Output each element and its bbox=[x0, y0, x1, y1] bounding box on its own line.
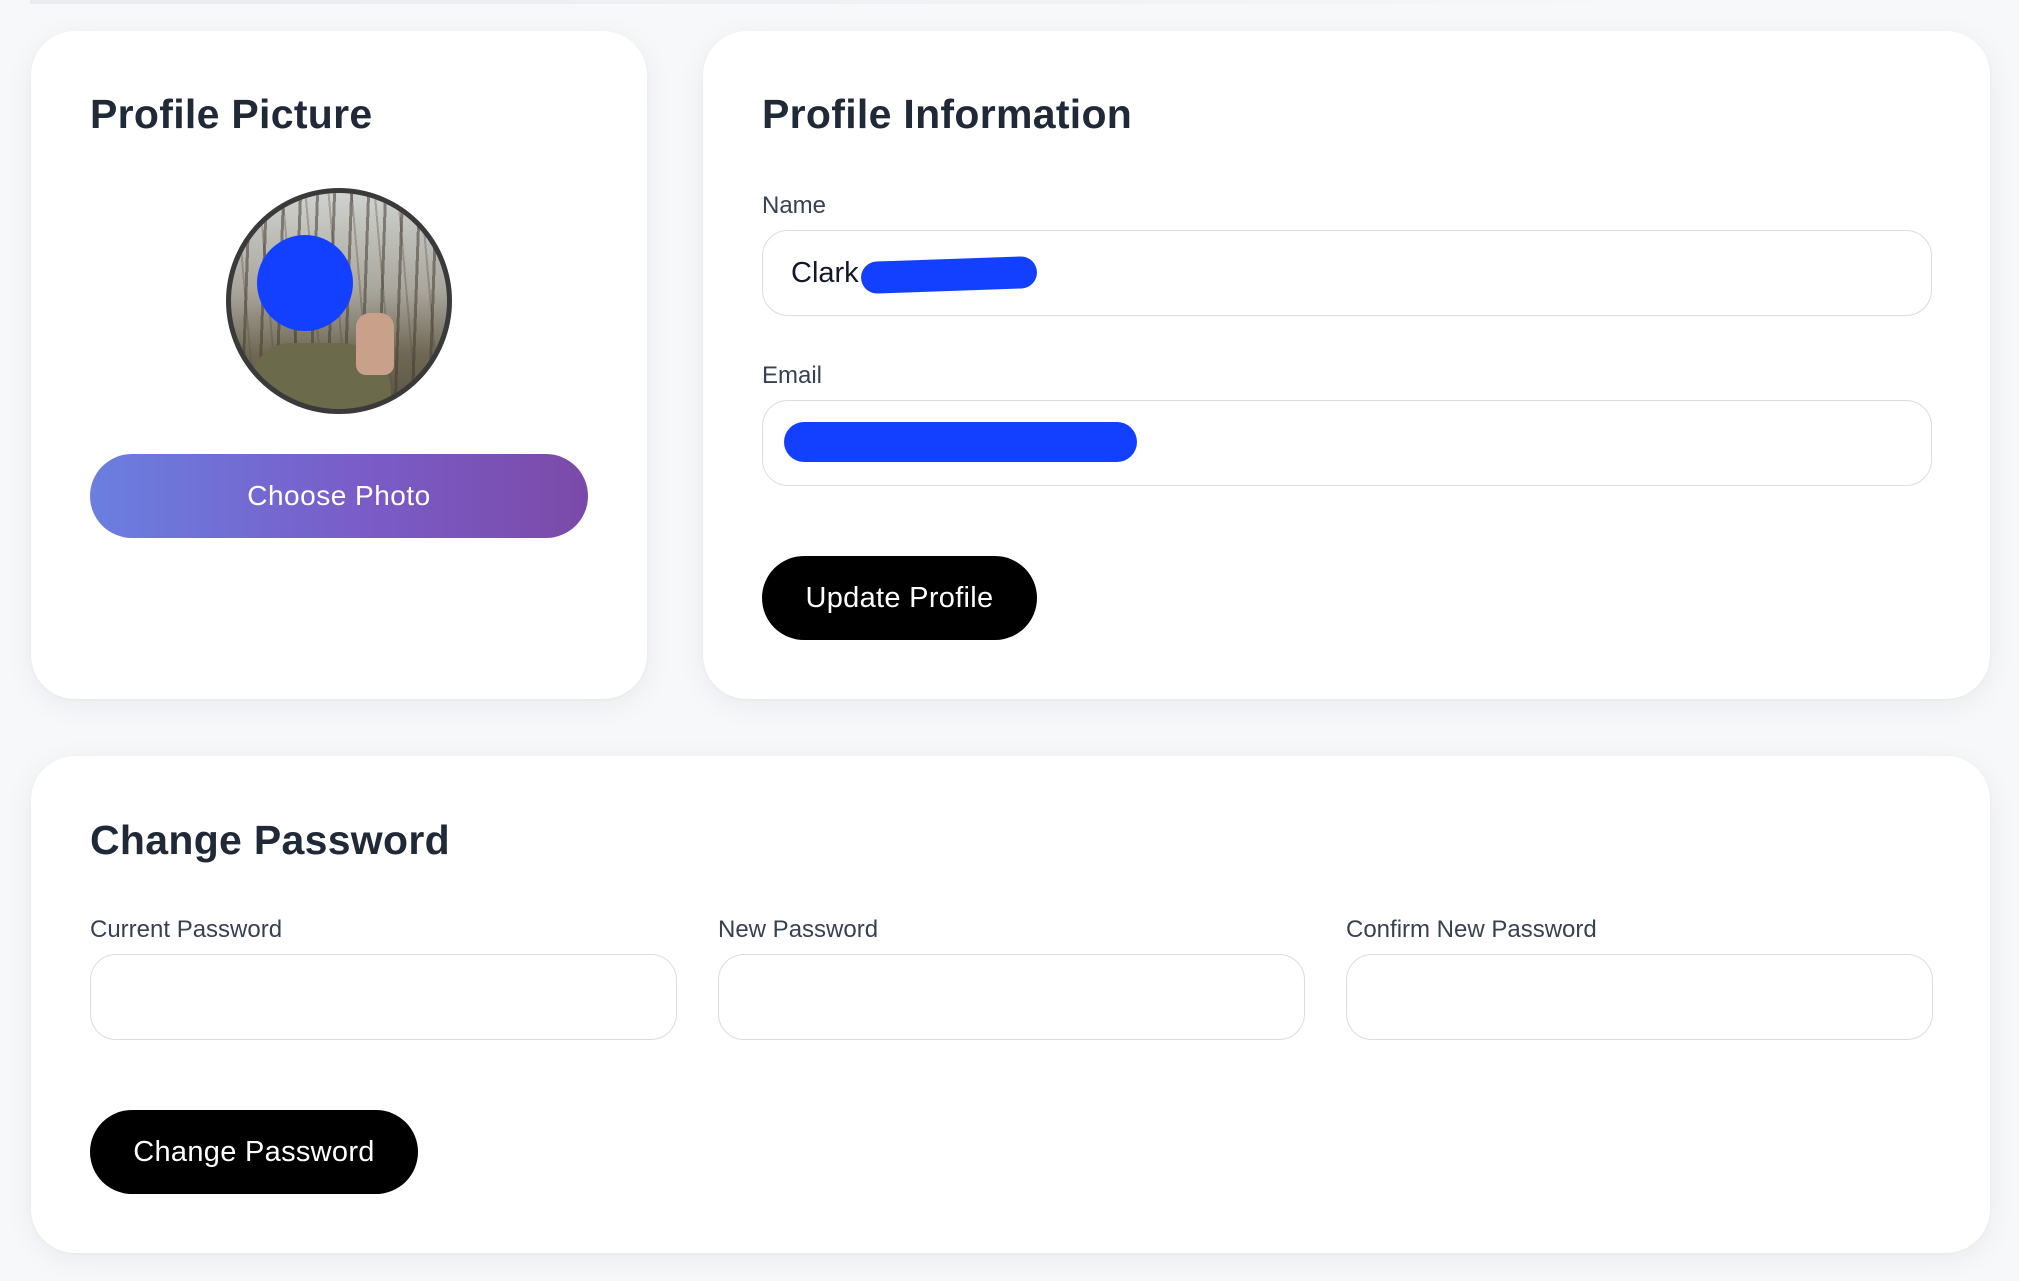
email-redaction bbox=[784, 422, 1137, 462]
confirm-password-field[interactable] bbox=[1346, 954, 1933, 1040]
page-top-divider bbox=[30, 0, 1650, 4]
avatar-face-redaction bbox=[257, 235, 353, 331]
avatar bbox=[226, 188, 452, 414]
profile-information-title: Profile Information bbox=[762, 91, 1133, 137]
confirm-password-label: Confirm New Password bbox=[1346, 916, 1597, 943]
avatar-thumbs-up bbox=[356, 313, 394, 375]
current-password-field[interactable] bbox=[90, 954, 677, 1040]
profile-picture-title: Profile Picture bbox=[90, 91, 373, 137]
name-label: Name bbox=[762, 192, 827, 219]
name-redaction bbox=[860, 255, 1038, 295]
email-label: Email bbox=[762, 362, 823, 389]
update-profile-button[interactable]: Update Profile bbox=[762, 556, 1037, 640]
change-password-button[interactable]: Change Password bbox=[90, 1110, 418, 1194]
choose-photo-button[interactable]: Choose Photo bbox=[90, 454, 588, 538]
change-password-title: Change Password bbox=[90, 817, 450, 863]
new-password-field[interactable] bbox=[718, 954, 1305, 1040]
profile-picture-card: Profile Picture Choose Photo bbox=[31, 31, 647, 699]
current-password-label: Current Password bbox=[90, 916, 283, 943]
new-password-label: New Password bbox=[718, 916, 879, 943]
change-password-card: Change Password Current Password New Pas… bbox=[31, 756, 1990, 1253]
profile-information-card: Profile Information Name Email Update Pr… bbox=[703, 31, 1990, 699]
